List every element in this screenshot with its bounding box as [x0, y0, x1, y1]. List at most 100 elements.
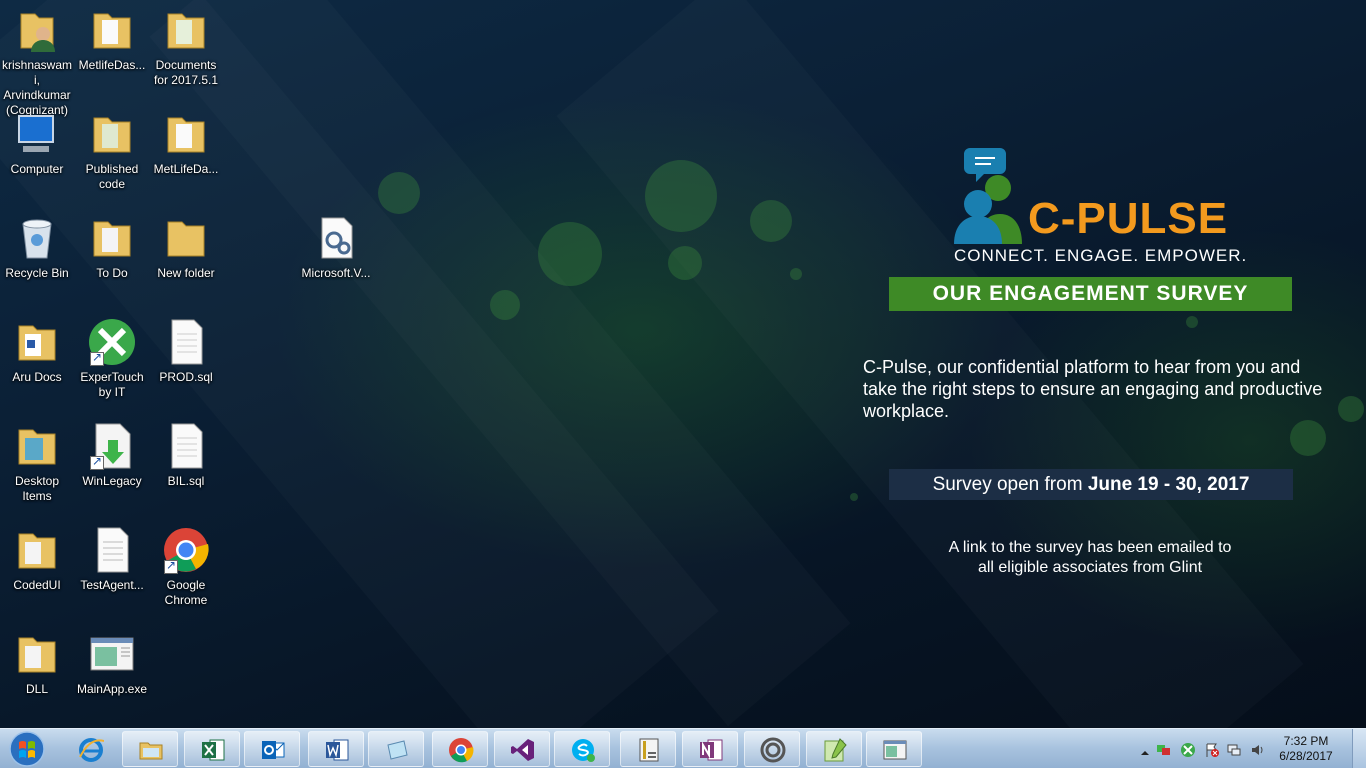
recycle-bin-icon [13, 214, 61, 262]
taskbar-notepad[interactable] [368, 731, 424, 767]
user-folder-icon [13, 6, 61, 54]
desktop-icon-to-do[interactable]: To Do [75, 208, 149, 281]
taskbar-visual-studio[interactable] [494, 731, 550, 767]
taskbar-notepadpp[interactable] [806, 731, 862, 767]
desktop-icon-prod-sql[interactable]: PROD.sql [149, 312, 223, 385]
clock-date: 6/28/2017 [1279, 749, 1333, 763]
desktop-icon-desktop-items[interactable]: Desktop Items [0, 416, 74, 504]
desktop-icon-metlifedas[interactable]: MetlifeDas... [75, 0, 149, 73]
desktop-icon-label: DLL [25, 682, 48, 696]
taskbar-word[interactable] [308, 731, 364, 767]
desktop-icon-winlegacy[interactable]: WinLegacy [75, 416, 149, 489]
tray-expertouch[interactable] [1180, 742, 1196, 758]
taskbar-ie[interactable] [62, 731, 118, 767]
expertouch-icon [88, 318, 136, 366]
survey-title-banner: OUR ENGAGEMENT SURVEY [889, 277, 1292, 311]
desktop-icon-mainapp[interactable]: MainApp.exe [75, 624, 149, 697]
shortcut-arrow-icon [90, 454, 104, 470]
desktop-icon-new-folder[interactable]: New folder [149, 208, 223, 281]
desktop-icon-dll[interactable]: DLL [0, 624, 74, 697]
taskbar-outlook[interactable] [244, 731, 300, 767]
folder-icon [162, 214, 210, 262]
tray-action-center[interactable] [1204, 742, 1220, 758]
survey-dates-box: Survey open from June 19 - 30, 2017 [889, 469, 1293, 500]
desktop-icon-label: Google Chrome [164, 578, 208, 607]
survey-link-note: A link to the survey has been emailed to… [890, 538, 1290, 578]
taskbar-onenote[interactable] [682, 731, 738, 767]
sql-file-icon [162, 318, 210, 366]
skype-icon [572, 739, 595, 762]
shortcut-arrow-icon [164, 558, 178, 574]
shortcut-arrow-icon [90, 350, 104, 366]
chevron-up-icon [1141, 751, 1149, 755]
desktop-icon-label: BIL.sql [167, 474, 205, 488]
desktop-icon-google-chrome[interactable]: Google Chrome [149, 520, 223, 608]
app-window-icon [88, 630, 136, 678]
taskbar-sql-server[interactable] [620, 731, 676, 767]
taskbar-spiral-app[interactable] [744, 731, 800, 767]
show-desktop-button[interactable] [1352, 729, 1366, 768]
desktop-icon-label: Desktop Items [14, 474, 60, 503]
survey-intro-text: C-Pulse, our confidential platform to he… [863, 357, 1323, 421]
tray-network-status[interactable] [1156, 742, 1172, 758]
show-hidden-icons-button[interactable] [1140, 743, 1150, 759]
desktop-icon-metlifeda[interactable]: MetLifeDa... [149, 104, 223, 177]
desktop-icon-codedui[interactable]: CodedUI [0, 520, 74, 593]
survey-dates-prefix: Survey open from [932, 474, 1083, 495]
survey-dates-range: June 19 - 30, 2017 [1087, 474, 1250, 495]
network-status-icon [1157, 745, 1170, 755]
desktop-icon-label: Computer [10, 162, 64, 176]
taskbar-explorer[interactable] [122, 731, 178, 767]
desktop-icon-label: CodedUI [13, 578, 61, 592]
desktop-icon-label: New folder [157, 266, 215, 280]
taskbar-clock[interactable]: 7:32 PM 6/28/2017 [1270, 734, 1342, 764]
desktop-icon-bil-sql[interactable]: BIL.sql [149, 416, 223, 489]
ie-icon [79, 738, 104, 762]
brand-tagline: CONNECT. ENGAGE. EMPOWER. [954, 246, 1248, 265]
sql-file-icon [162, 422, 210, 470]
desktop-icon-label: Recycle Bin [5, 266, 69, 280]
expertouch-icon [1181, 743, 1195, 757]
folder-icon [13, 630, 61, 678]
survey-link-line-2: all eligible associates from Glint [977, 559, 1203, 576]
explorer-icon [139, 742, 163, 760]
folder-icon [162, 6, 210, 54]
system-tray: 7:32 PM 6/28/2017 [1126, 729, 1366, 768]
desktop-icon-user-folder[interactable]: krishnaswami, Arvindkumar (Cognizant) [0, 0, 74, 118]
windows-orb-icon [9, 731, 45, 767]
computer-icon [13, 110, 61, 158]
text-file-icon [88, 526, 136, 574]
desktop-icon-label: TestAgent... [80, 578, 144, 592]
desktop-icon-label: ExperTouch by IT [80, 370, 144, 399]
taskbar-mainapp[interactable] [866, 731, 922, 767]
winlegacy-icon [88, 422, 136, 470]
folder-icon [13, 422, 61, 470]
speaker-icon [1252, 745, 1263, 755]
desktop-icon-testagent[interactable]: TestAgent... [75, 520, 149, 593]
spiral-icon [760, 737, 786, 763]
desktop-icon-label: MetlifeDas... [78, 58, 146, 72]
desktop-icon-aru-docs[interactable]: Aru Docs [0, 312, 74, 385]
chrome-icon [162, 526, 210, 574]
sql-server-icon [639, 738, 659, 762]
desktop-icon-label: Microsoft.V... [301, 266, 371, 280]
app-window-icon [883, 740, 907, 760]
desktop-icon-published-code[interactable]: Published code [75, 104, 149, 192]
taskbar-excel[interactable] [184, 731, 240, 767]
start-button[interactable] [4, 730, 50, 768]
tray-network[interactable] [1226, 742, 1242, 758]
desktop-icon-label: WinLegacy [82, 474, 142, 488]
taskbar-chrome[interactable] [432, 731, 488, 767]
desktop-icon-recycle-bin[interactable]: Recycle Bin [0, 208, 74, 281]
desktop-icon-label: MetLifeDa... [153, 162, 219, 176]
desktop-icon-expertouch[interactable]: ExperTouch by IT [75, 312, 149, 400]
taskbar-skype[interactable] [554, 731, 610, 767]
excel-icon [202, 739, 225, 761]
notepad-icon [387, 740, 408, 760]
desktop-icon-documents-2017[interactable]: Documents for 2017.5.1 [149, 0, 223, 88]
folder-icon [162, 110, 210, 158]
chat-people-icon [954, 148, 1022, 244]
desktop-icon-computer[interactable]: Computer [0, 104, 74, 177]
tray-volume[interactable] [1250, 742, 1266, 758]
desktop-icon-microsoft-v[interactable]: Microsoft.V... [299, 208, 373, 281]
